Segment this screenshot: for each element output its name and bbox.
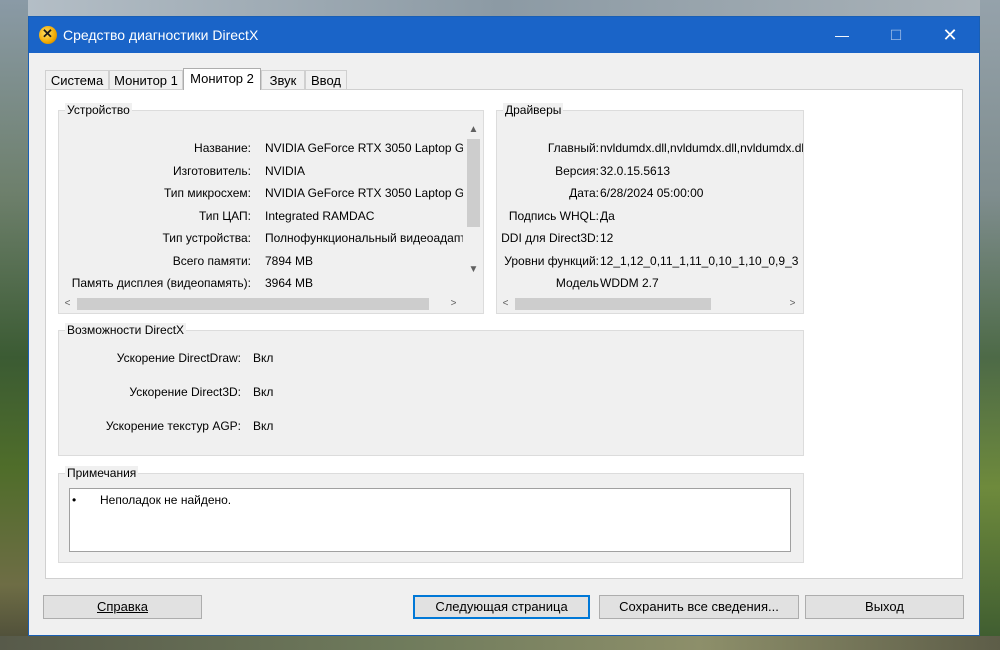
device-row-name: Название: NVIDIA GeForce RTX 3050 Laptop… xyxy=(59,137,469,159)
notes-text: Неполадок не найдено. xyxy=(100,493,232,507)
device-row-device-type: Тип устройства: Полнофункциональный виде… xyxy=(59,227,469,249)
value-total-memory: 7894 MB xyxy=(265,254,314,268)
minimize-button[interactable]: — xyxy=(819,17,865,53)
tab-monitor-1[interactable]: Монитор 1 xyxy=(109,70,183,89)
driver-row-version: Версия: 32.0.15.5613 xyxy=(497,160,803,182)
notes-title: Примечания xyxy=(65,466,139,480)
label-chip-type: Тип микросхем: xyxy=(163,186,251,200)
device-row-dac-type: Тип ЦАП: Integrated RAMDAC xyxy=(59,205,469,227)
value-name: NVIDIA GeForce RTX 3050 Laptop GPU xyxy=(265,141,463,155)
device-row-total-memory: Всего памяти: 7894 MB xyxy=(59,250,469,272)
exit-button-label: Выход xyxy=(865,599,904,614)
window-title: Средство диагностики DirectX xyxy=(63,27,259,43)
tab-system[interactable]: Система xyxy=(45,70,109,89)
title-bar[interactable]: Средство диагностики DirectX — ☐ ✕ xyxy=(29,17,979,53)
value-agp: Вкл xyxy=(253,419,274,433)
label-total-memory: Всего памяти: xyxy=(172,254,251,268)
maximize-button[interactable]: ☐ xyxy=(873,17,919,53)
label-name: Название: xyxy=(194,141,251,155)
device-row-display-memory: Память дисплея (видеопамять): 3964 MB xyxy=(59,272,469,294)
driver-row-whql: Подпись WHQL: Да xyxy=(497,205,803,227)
driver-row-main: Главный: nvldumdx.dll,nvldumdx.dll,nvldu… xyxy=(497,137,803,159)
device-horizontal-scroll-thumb[interactable] xyxy=(77,298,429,310)
tab-panel: Устройство Название: NVIDIA GeForce RTX … xyxy=(45,89,963,579)
label-version: Версия: xyxy=(555,164,599,178)
drivers-horizontal-scrollbar[interactable]: < > xyxy=(497,295,803,312)
label-manufacturer: Изготовитель: xyxy=(173,164,251,178)
dxdiag-window: Средство диагностики DirectX — ☐ ✕ Систе… xyxy=(28,16,980,636)
value-ddi: 12 xyxy=(600,231,614,245)
label-dac-type: Тип ЦАП: xyxy=(198,209,251,223)
scroll-left-icon[interactable]: < xyxy=(497,295,514,312)
driver-row-model: Модель WDDM 2.7 xyxy=(497,272,803,294)
tab-monitor-2[interactable]: Монитор 2 xyxy=(183,68,261,90)
scroll-left-icon[interactable]: < xyxy=(59,295,76,312)
directx-features-group: Возможности DirectX Ускорение DirectDraw… xyxy=(58,323,804,456)
value-display-memory: 3964 MB xyxy=(265,276,314,290)
label-direct3d: Ускорение Direct3D: xyxy=(129,385,241,399)
desktop-wallpaper-left xyxy=(0,0,28,650)
label-whql: Подпись WHQL: xyxy=(508,209,599,223)
drivers-group-title: Драйверы xyxy=(503,103,564,117)
value-manufacturer: NVIDIA xyxy=(265,164,306,178)
value-direct3d: Вкл xyxy=(253,385,274,399)
label-main-driver: Главный: xyxy=(547,141,599,155)
label-ddi: DDI для Direct3D: xyxy=(501,231,599,245)
device-horizontal-scrollbar[interactable]: < > xyxy=(59,295,465,312)
value-date: 6/28/2024 05:00:00 xyxy=(600,186,704,200)
help-button-label: Справка xyxy=(97,599,148,614)
label-device-type: Тип устройства: xyxy=(162,231,252,245)
desktop-wallpaper-bottom xyxy=(0,636,1000,650)
tab-input[interactable]: Ввод xyxy=(305,70,347,89)
value-device-type: Полнофункциональный видеоадаптер xyxy=(265,231,463,245)
help-button[interactable]: Справка xyxy=(43,595,202,619)
scroll-right-icon[interactable]: > xyxy=(445,295,462,312)
scroll-up-icon[interactable]: ▲ xyxy=(465,121,482,138)
save-all-info-button-label: Сохранить все сведения... xyxy=(619,599,779,614)
directx-features-title: Возможности DirectX xyxy=(65,323,187,337)
notes-textbox[interactable]: • Неполадок не найдено. xyxy=(69,488,791,552)
feature-row-direct3d: Ускорение Direct3D: Вкл xyxy=(59,381,459,403)
label-agp: Ускорение текстур AGP: xyxy=(105,419,241,433)
value-directdraw: Вкл xyxy=(253,351,274,365)
desktop-wallpaper-top xyxy=(0,0,1000,16)
value-feature-levels: 12_1,12_0,11_1,11_0,10_1,10_0,9_3 xyxy=(600,254,799,268)
device-group-title: Устройство xyxy=(65,103,132,117)
desktop-wallpaper-right xyxy=(980,0,1000,650)
driver-row-feature-levels: Уровни функций: 12_1,12_0,11_1,11_0,10_1… xyxy=(497,250,803,272)
driver-row-ddi: DDI для Direct3D: 12 xyxy=(497,227,803,249)
feature-row-agp: Ускорение текстур AGP: Вкл xyxy=(59,415,459,437)
notes-bullet: • xyxy=(72,493,77,507)
next-page-button-label: Следующая страница xyxy=(435,599,568,614)
driver-row-date: Дата: 6/28/2024 05:00:00 xyxy=(497,182,803,204)
label-directdraw: Ускорение DirectDraw: xyxy=(116,351,241,365)
value-chip-type: NVIDIA GeForce RTX 3050 Laptop GPU xyxy=(265,186,463,200)
label-date: Дата: xyxy=(569,186,599,200)
close-button[interactable]: ✕ xyxy=(927,17,973,53)
scroll-down-icon[interactable]: ▼ xyxy=(465,261,482,278)
label-feature-levels: Уровни функций: xyxy=(504,254,599,268)
next-page-button[interactable]: Следующая страница xyxy=(413,595,590,619)
device-row-chip-type: Тип микросхем: NVIDIA GeForce RTX 3050 L… xyxy=(59,182,469,204)
device-vertical-scrollbar[interactable]: ▲ ▼ xyxy=(465,121,482,295)
value-main-driver: nvldumdx.dll,nvldumdx.dll,nvldumdx.dll xyxy=(600,141,803,155)
drivers-group: Драйверы Главный: nvldumdx.dll,nvldumdx.… xyxy=(496,103,804,314)
value-driver-model: WDDM 2.7 xyxy=(600,276,659,290)
scroll-right-icon[interactable]: > xyxy=(784,295,801,312)
feature-row-directdraw: Ускорение DirectDraw: Вкл xyxy=(59,347,459,369)
value-version: 32.0.15.5613 xyxy=(600,164,671,178)
device-row-manufacturer: Изготовитель: NVIDIA xyxy=(59,160,469,182)
drivers-horizontal-scroll-thumb[interactable] xyxy=(515,298,711,310)
label-display-memory: Память дисплея (видеопамять): xyxy=(71,276,251,290)
tab-sound[interactable]: Звук xyxy=(261,70,305,89)
device-group: Устройство Название: NVIDIA GeForce RTX … xyxy=(58,103,484,314)
save-all-info-button[interactable]: Сохранить все сведения... xyxy=(599,595,799,619)
notes-group: Примечания • Неполадок не найдено. xyxy=(58,466,804,563)
exit-button[interactable]: Выход xyxy=(805,595,964,619)
directx-app-icon xyxy=(39,26,57,44)
label-driver-model: Модель xyxy=(555,276,599,290)
value-dac-type: Integrated RAMDAC xyxy=(265,209,375,223)
device-vertical-scroll-thumb[interactable] xyxy=(467,139,480,227)
value-whql: Да xyxy=(600,209,615,223)
